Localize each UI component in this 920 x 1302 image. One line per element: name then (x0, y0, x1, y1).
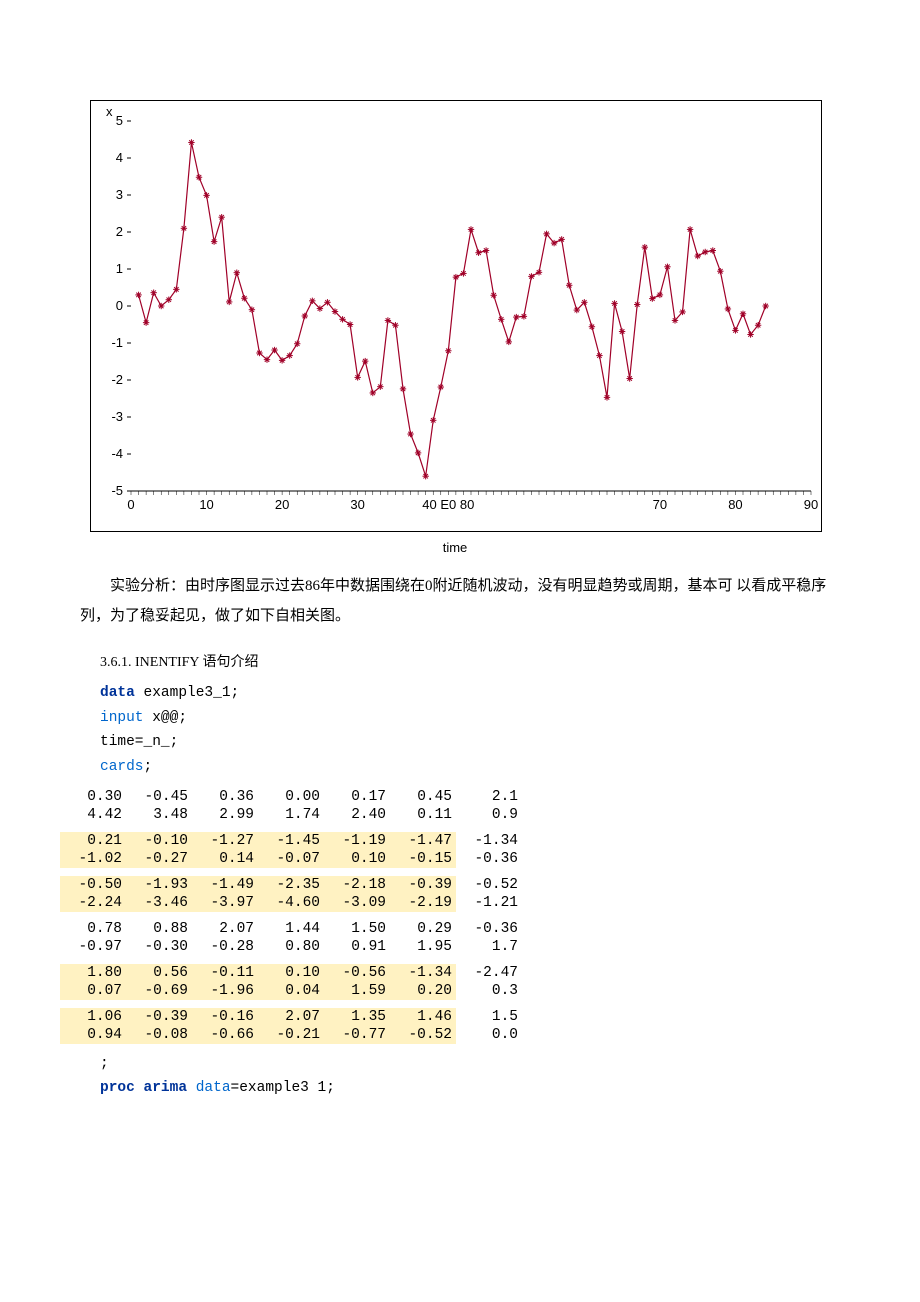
svg-text:3: 3 (116, 187, 123, 202)
svg-text:-1: -1 (111, 335, 123, 350)
svg-text:80: 80 (728, 497, 742, 512)
table-row: 1.06-0.39-0.162.071.351.461.5 (60, 1008, 522, 1026)
table-row: -1.02-0.270.14-0.070.10-0.15-0.36 (60, 850, 522, 868)
svg-text:30: 30 (350, 497, 364, 512)
svg-text:5: 5 (116, 113, 123, 128)
svg-text:20: 20 (275, 497, 289, 512)
data-series-line (139, 142, 766, 476)
svg-text:4: 4 (116, 150, 123, 165)
table-row: 0.21-0.10-1.27-1.45-1.19-1.47-1.34 (60, 832, 522, 850)
analysis-paragraph: 实验分析：由时序图显示过去86年中数据围绕在0附近随机波动，没有明显趋势或周期，… (80, 571, 850, 631)
table-row: -0.97-0.30-0.280.800.911.951.7 (60, 938, 522, 956)
data-values-table: 0.30-0.450.360.000.170.452.14.423.482.99… (60, 788, 522, 1044)
svg-text:1: 1 (116, 261, 123, 276)
svg-text:-5: -5 (111, 483, 123, 498)
code-line-time: time=_n_; (100, 734, 178, 750)
svg-text:0: 0 (127, 497, 134, 512)
svg-text:70: 70 (653, 497, 667, 512)
table-row: 0.30-0.450.360.000.170.452.1 (60, 788, 522, 806)
table-row: 0.94-0.08-0.66-0.21-0.77-0.520.0 (60, 1026, 522, 1044)
svg-text:-2: -2 (111, 372, 123, 387)
svg-text:40 E0 80: 40 E0 80 (422, 497, 474, 512)
svg-text:0: 0 (116, 298, 123, 313)
time-series-chart: x -5 -4 -3 -2 -1 0 1 2 3 4 5 0 10 20 30 40 E0 80 70 80 90 (90, 100, 822, 532)
table-row: -2.24-3.46-3.97-4.60-3.09-2.19-1.21 (60, 894, 522, 912)
y-axis: -5 -4 -3 -2 -1 0 1 2 3 4 5 (111, 113, 131, 498)
sas-code-block-1: data example3_1; input x@@; time=_n_; ca… (100, 681, 880, 780)
chart-svg: x -5 -4 -3 -2 -1 0 1 2 3 4 5 0 10 20 30 40 E0 80 70 80 90 (91, 101, 821, 531)
keyword-proc-arima: proc arima (100, 1080, 196, 1096)
svg-text:-4: -4 (111, 446, 123, 461)
table-row: -0.50-1.93-1.49-2.35-2.18-0.39-0.52 (60, 876, 522, 894)
table-row: 1.800.56-0.110.10-0.56-1.34-2.47 (60, 964, 522, 982)
code-semicolon: ; (100, 1056, 109, 1072)
keyword-data: data (100, 685, 135, 701)
option-cards: cards (100, 759, 144, 775)
section-heading: 3.6.1. INENTIFY 语句介绍 (100, 651, 880, 671)
x-axis-label: time (90, 540, 820, 555)
x-axis: 0 10 20 30 40 E0 80 70 80 90 (127, 491, 818, 512)
svg-text:2: 2 (116, 224, 123, 239)
sas-code-block-2: ; proc arima data=example3 1; (100, 1052, 880, 1101)
table-row: 4.423.482.991.742.400.110.9 (60, 806, 522, 824)
table-row: 0.780.882.071.441.500.29-0.36 (60, 920, 522, 938)
svg-text:-3: -3 (111, 409, 123, 424)
table-row: 0.07-0.69-1.960.041.590.200.3 (60, 982, 522, 1000)
option-input: input (100, 710, 144, 726)
svg-text:10: 10 (199, 497, 213, 512)
svg-text:90: 90 (804, 497, 818, 512)
y-axis-label: x (106, 104, 113, 119)
